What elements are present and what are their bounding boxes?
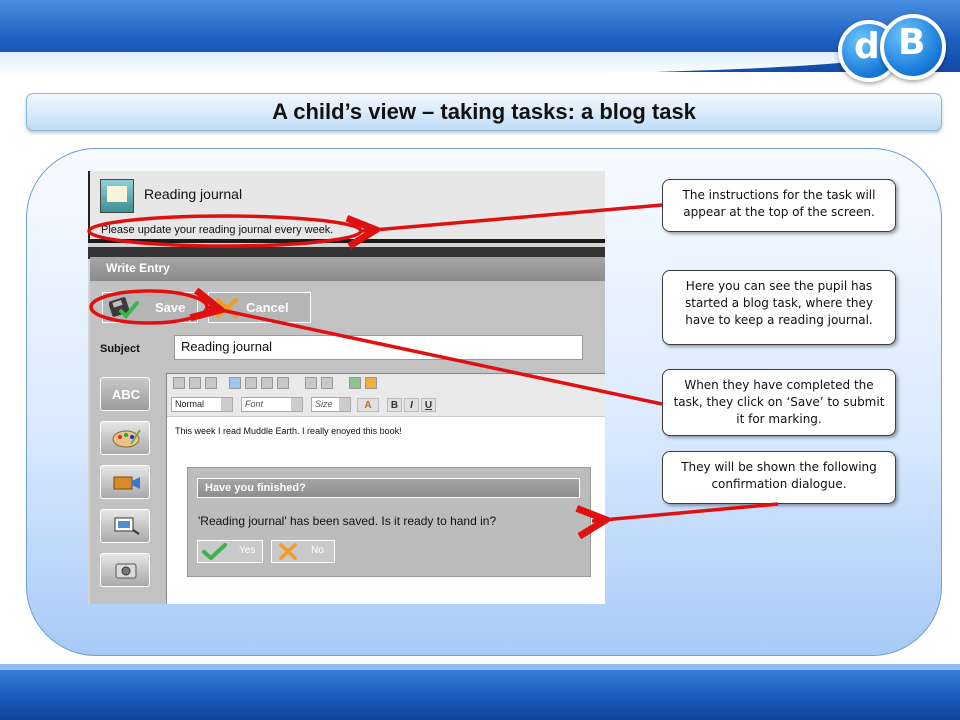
- slide-bottom-line: [0, 664, 960, 670]
- tab-video[interactable]: [100, 465, 150, 499]
- slide-title-bar: A child’s view – taking tasks: a blog ta…: [26, 93, 942, 131]
- align-right-icon[interactable]: [261, 377, 273, 389]
- tab-abc[interactable]: ABC: [100, 377, 150, 411]
- editor-toolbar-format: Normal Font Size A B I U: [167, 394, 605, 417]
- format-select-value: Normal: [175, 399, 205, 409]
- bold-button[interactable]: B: [387, 398, 402, 412]
- editor-toolbar-top: [167, 374, 605, 395]
- justify-icon[interactable]: [277, 377, 289, 389]
- dialog-title-bar: Have you finished?: [197, 478, 580, 498]
- align-center-icon[interactable]: [245, 377, 257, 389]
- confirm-dialog: Have you finished? 'Reading journal' has…: [187, 467, 591, 577]
- callout-instructions: The instructions for the task will appea…: [662, 179, 896, 232]
- dialog-message: 'Reading journal' has been saved. Is it …: [198, 514, 497, 528]
- tool-tabs: ABC: [100, 377, 158, 604]
- cancel-label: Cancel: [246, 300, 289, 315]
- palette-icon: [112, 429, 141, 448]
- write-entry-bar: Write Entry: [90, 257, 605, 281]
- cancel-button[interactable]: Cancel: [208, 292, 311, 323]
- text-color-icon[interactable]: A: [357, 398, 379, 412]
- size-select[interactable]: Size: [311, 397, 351, 412]
- yes-label: Yes: [239, 545, 256, 556]
- unlink-icon[interactable]: [321, 377, 333, 389]
- task-title: Reading journal: [144, 186, 243, 202]
- italic-button[interactable]: I: [404, 398, 419, 412]
- align-left-icon[interactable]: [229, 377, 241, 389]
- cancel-icon: [216, 298, 238, 318]
- slide-top-swoosh: [0, 52, 900, 76]
- save-button[interactable]: Save: [102, 292, 198, 323]
- chevron-down-icon: [291, 398, 302, 411]
- chevron-down-icon: [339, 398, 350, 411]
- cross-icon: [279, 543, 297, 560]
- task-instructions: Please update your reading journal every…: [101, 224, 334, 236]
- font-select-value: Font: [245, 399, 264, 409]
- subject-input[interactable]: Reading journal: [174, 335, 583, 360]
- yes-button[interactable]: Yes: [197, 540, 263, 563]
- copy-icon[interactable]: [189, 377, 201, 389]
- chevron-down-icon: [221, 398, 232, 411]
- save-icon: [109, 297, 139, 319]
- logo-b-circle: B: [880, 14, 946, 80]
- save-label: Save: [155, 300, 186, 315]
- slide-title: A child’s view – taking tasks: a blog ta…: [272, 99, 696, 124]
- format-select[interactable]: Normal: [171, 397, 233, 412]
- logo-d-letter: d: [854, 26, 880, 67]
- image-icon[interactable]: [349, 377, 361, 389]
- editor-body-text[interactable]: This week I read Muddle Earth. I really …: [175, 426, 402, 436]
- tab-paint[interactable]: [100, 421, 150, 455]
- camera-icon: [115, 563, 137, 579]
- logo-b-letter: B: [898, 22, 926, 63]
- callout-dialogue: They will be shown the following confirm…: [662, 451, 896, 504]
- write-entry-label: Write Entry: [106, 261, 170, 275]
- reading-journal-thumbnail: [100, 179, 134, 213]
- app-screenshot: Reading journal Please update your readi…: [88, 171, 605, 604]
- checkmark-icon: [202, 543, 227, 560]
- paste-icon[interactable]: [205, 377, 217, 389]
- dialog-title: Have you finished?: [205, 482, 306, 494]
- size-select-value: Size: [315, 399, 333, 409]
- db-logo: d B: [836, 10, 946, 82]
- slide-bottom-band: [0, 664, 960, 720]
- callout-save: When they have completed the task, they …: [662, 369, 896, 436]
- no-label: No: [311, 545, 324, 556]
- cut-icon[interactable]: [173, 377, 185, 389]
- video-camera-icon: [113, 476, 140, 490]
- underline-button[interactable]: U: [421, 398, 436, 412]
- screen-record-icon: [114, 517, 140, 535]
- task-header: Reading journal Please update your readi…: [88, 171, 605, 243]
- tab-camera[interactable]: [100, 553, 150, 587]
- font-select[interactable]: Font: [241, 397, 303, 412]
- no-button[interactable]: No: [271, 540, 335, 563]
- link-icon[interactable]: [305, 377, 317, 389]
- tab-screen[interactable]: [100, 509, 150, 543]
- smiley-icon[interactable]: [365, 377, 377, 389]
- callout-blog-task: Here you can see the pupil has started a…: [662, 270, 896, 345]
- tab-abc-label: ABC: [111, 387, 141, 402]
- subject-label: Subject: [100, 343, 140, 355]
